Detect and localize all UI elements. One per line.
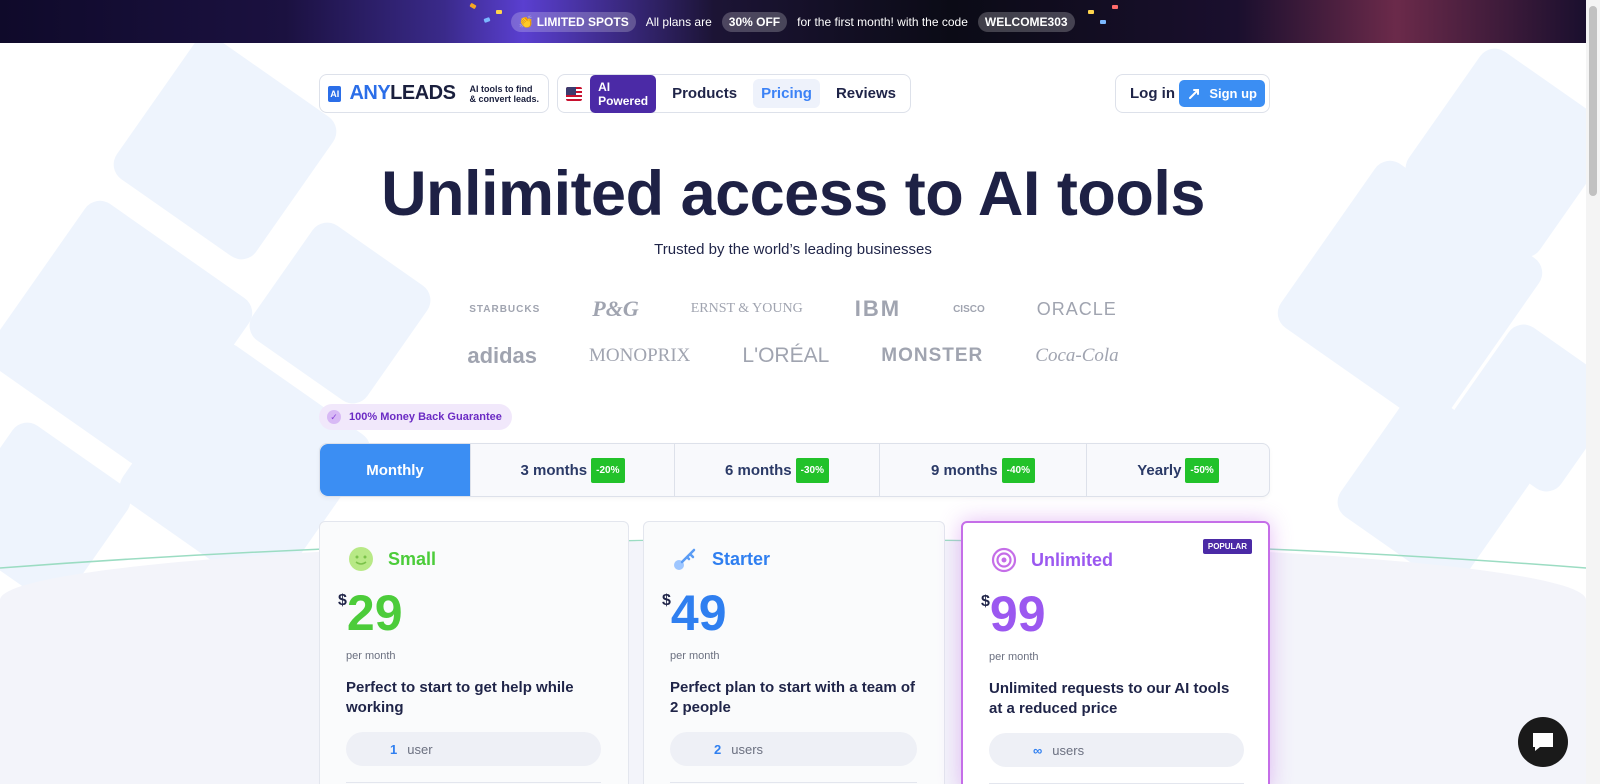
plan-description: Unlimited requests to our AI tools at a …: [989, 680, 1230, 717]
users-count: 2 users: [670, 732, 917, 766]
us-flag-icon[interactable]: [566, 86, 583, 101]
promo-code-badge[interactable]: WELCOME303: [977, 11, 1075, 32]
users-count: ∞ users: [989, 733, 1244, 767]
nav-link-reviews[interactable]: Reviews: [828, 79, 904, 108]
plan-name: Small: [388, 548, 437, 569]
page-title: Unlimited access to AI tools: [381, 159, 1205, 229]
nav-link-pricing[interactable]: Pricing: [753, 79, 820, 108]
limited-spots-badge: 👏 LIMITED SPOTS: [511, 11, 636, 32]
plan-card-unlimited[interactable]: POPULAR Unlimited $ 99 per month Unlimit…: [961, 521, 1270, 784]
discount-badge: -30%: [795, 457, 830, 483]
monster-logo: MONSTER: [881, 345, 984, 366]
rocket-icon: [1189, 88, 1200, 99]
spiral-icon: [991, 547, 1017, 573]
tab-monthly[interactable]: Monthly: [320, 444, 471, 496]
nav-link-products[interactable]: Products: [664, 79, 745, 108]
discount-badge: -20%: [591, 457, 625, 483]
brand-logo[interactable]: AI ANYLEADS AI tools to find & convert l…: [319, 74, 549, 113]
tab-3-months[interactable]: 3 months -20%: [471, 444, 675, 496]
ey-logo: ERNST & YOUNG: [690, 301, 803, 316]
promo-text-1: All plans are: [645, 14, 712, 29]
tab-6-months[interactable]: 6 months -30%: [675, 444, 880, 496]
plan-description: Perfect plan to start with a team of 2 p…: [670, 679, 916, 716]
auth-actions: Log in Sign up: [1115, 74, 1270, 113]
pg-logo: P&G: [592, 296, 639, 321]
signup-button[interactable]: Sign up: [1179, 80, 1265, 107]
billing-period-tabs: Monthly 3 months -20% 6 months -30% 9 mo…: [319, 443, 1270, 497]
oracle-logo: ORACLE: [1036, 298, 1117, 319]
plan-name: Unlimited: [1031, 549, 1114, 570]
ai-powered-badge[interactable]: AI Powered: [590, 74, 657, 113]
signup-label: Sign up: [1209, 86, 1257, 101]
scrollbar-thumb[interactable]: [1589, 6, 1597, 196]
main-nav: AI Powered Products Pricing Reviews: [557, 74, 911, 113]
client-logos-row-2: adidas MONOPRIX L'ORÉAL MONSTER Coca-Col…: [0, 343, 1586, 369]
login-button[interactable]: Log in: [1130, 85, 1175, 102]
logo-mark-icon: AI: [328, 85, 342, 102]
page-scrollbar[interactable]: [1586, 0, 1600, 784]
adidas-logo: adidas: [467, 343, 538, 368]
guarantee-label: 100% Money Back Guarantee: [349, 411, 502, 423]
key-icon: [672, 546, 698, 572]
cocacola-logo: Coca-Cola: [1035, 345, 1119, 366]
discount-badge: -40%: [1001, 457, 1036, 483]
brand-tagline: AI tools to find & convert leads.: [469, 83, 539, 104]
promo-banner: 👏 LIMITED SPOTS All plans are 30% OFF fo…: [0, 0, 1586, 43]
page-subtitle: Trusted by the world’s leading businesse…: [654, 241, 932, 258]
plan-description: Perfect to start to get help while worki…: [346, 679, 574, 716]
promo-discount-badge: 30% OFF: [721, 11, 788, 32]
chat-bubble-icon: [1533, 733, 1553, 751]
price-period: per month: [346, 650, 396, 662]
tab-9-months[interactable]: 9 months -40%: [880, 444, 1087, 496]
check-icon: ✓: [327, 410, 341, 424]
smiley-icon: [348, 546, 374, 572]
ibm-logo: IBM: [854, 296, 902, 321]
popular-badge: POPULAR: [1202, 539, 1252, 554]
money-back-badge: ✓ 100% Money Back Guarantee: [319, 404, 512, 430]
price-period: per month: [670, 650, 720, 662]
brand-name: ANYLEADS: [349, 82, 456, 104]
price-period: per month: [989, 651, 1039, 663]
starbucks-logo: STARBUCKS: [469, 303, 541, 315]
loreal-logo: L'ORÉAL: [742, 344, 830, 367]
plan-name: Starter: [712, 548, 771, 569]
tab-yearly[interactable]: Yearly -50%: [1087, 444, 1269, 496]
users-count: 1 user: [346, 732, 601, 766]
monoprix-logo: MONOPRIX: [589, 345, 691, 366]
promo-text-2: for the first month! with the code: [797, 14, 968, 29]
plan-price: $ 99: [981, 586, 1046, 642]
discount-badge: -50%: [1185, 457, 1219, 483]
client-logos-row-1: STARBUCKS P&G ERNST & YOUNG IBM CISCO OR…: [0, 296, 1586, 322]
plan-card-starter[interactable]: Starter $ 49 per month Perfect plan to s…: [643, 521, 945, 784]
cisco-logo: CISCO: [953, 303, 985, 315]
plan-price: $ 49: [662, 585, 727, 641]
plan-card-small[interactable]: Small $ 29 per month Perfect to start to…: [319, 521, 629, 784]
chat-widget-button[interactable]: [1518, 717, 1568, 767]
plan-price: $ 29: [338, 585, 403, 641]
